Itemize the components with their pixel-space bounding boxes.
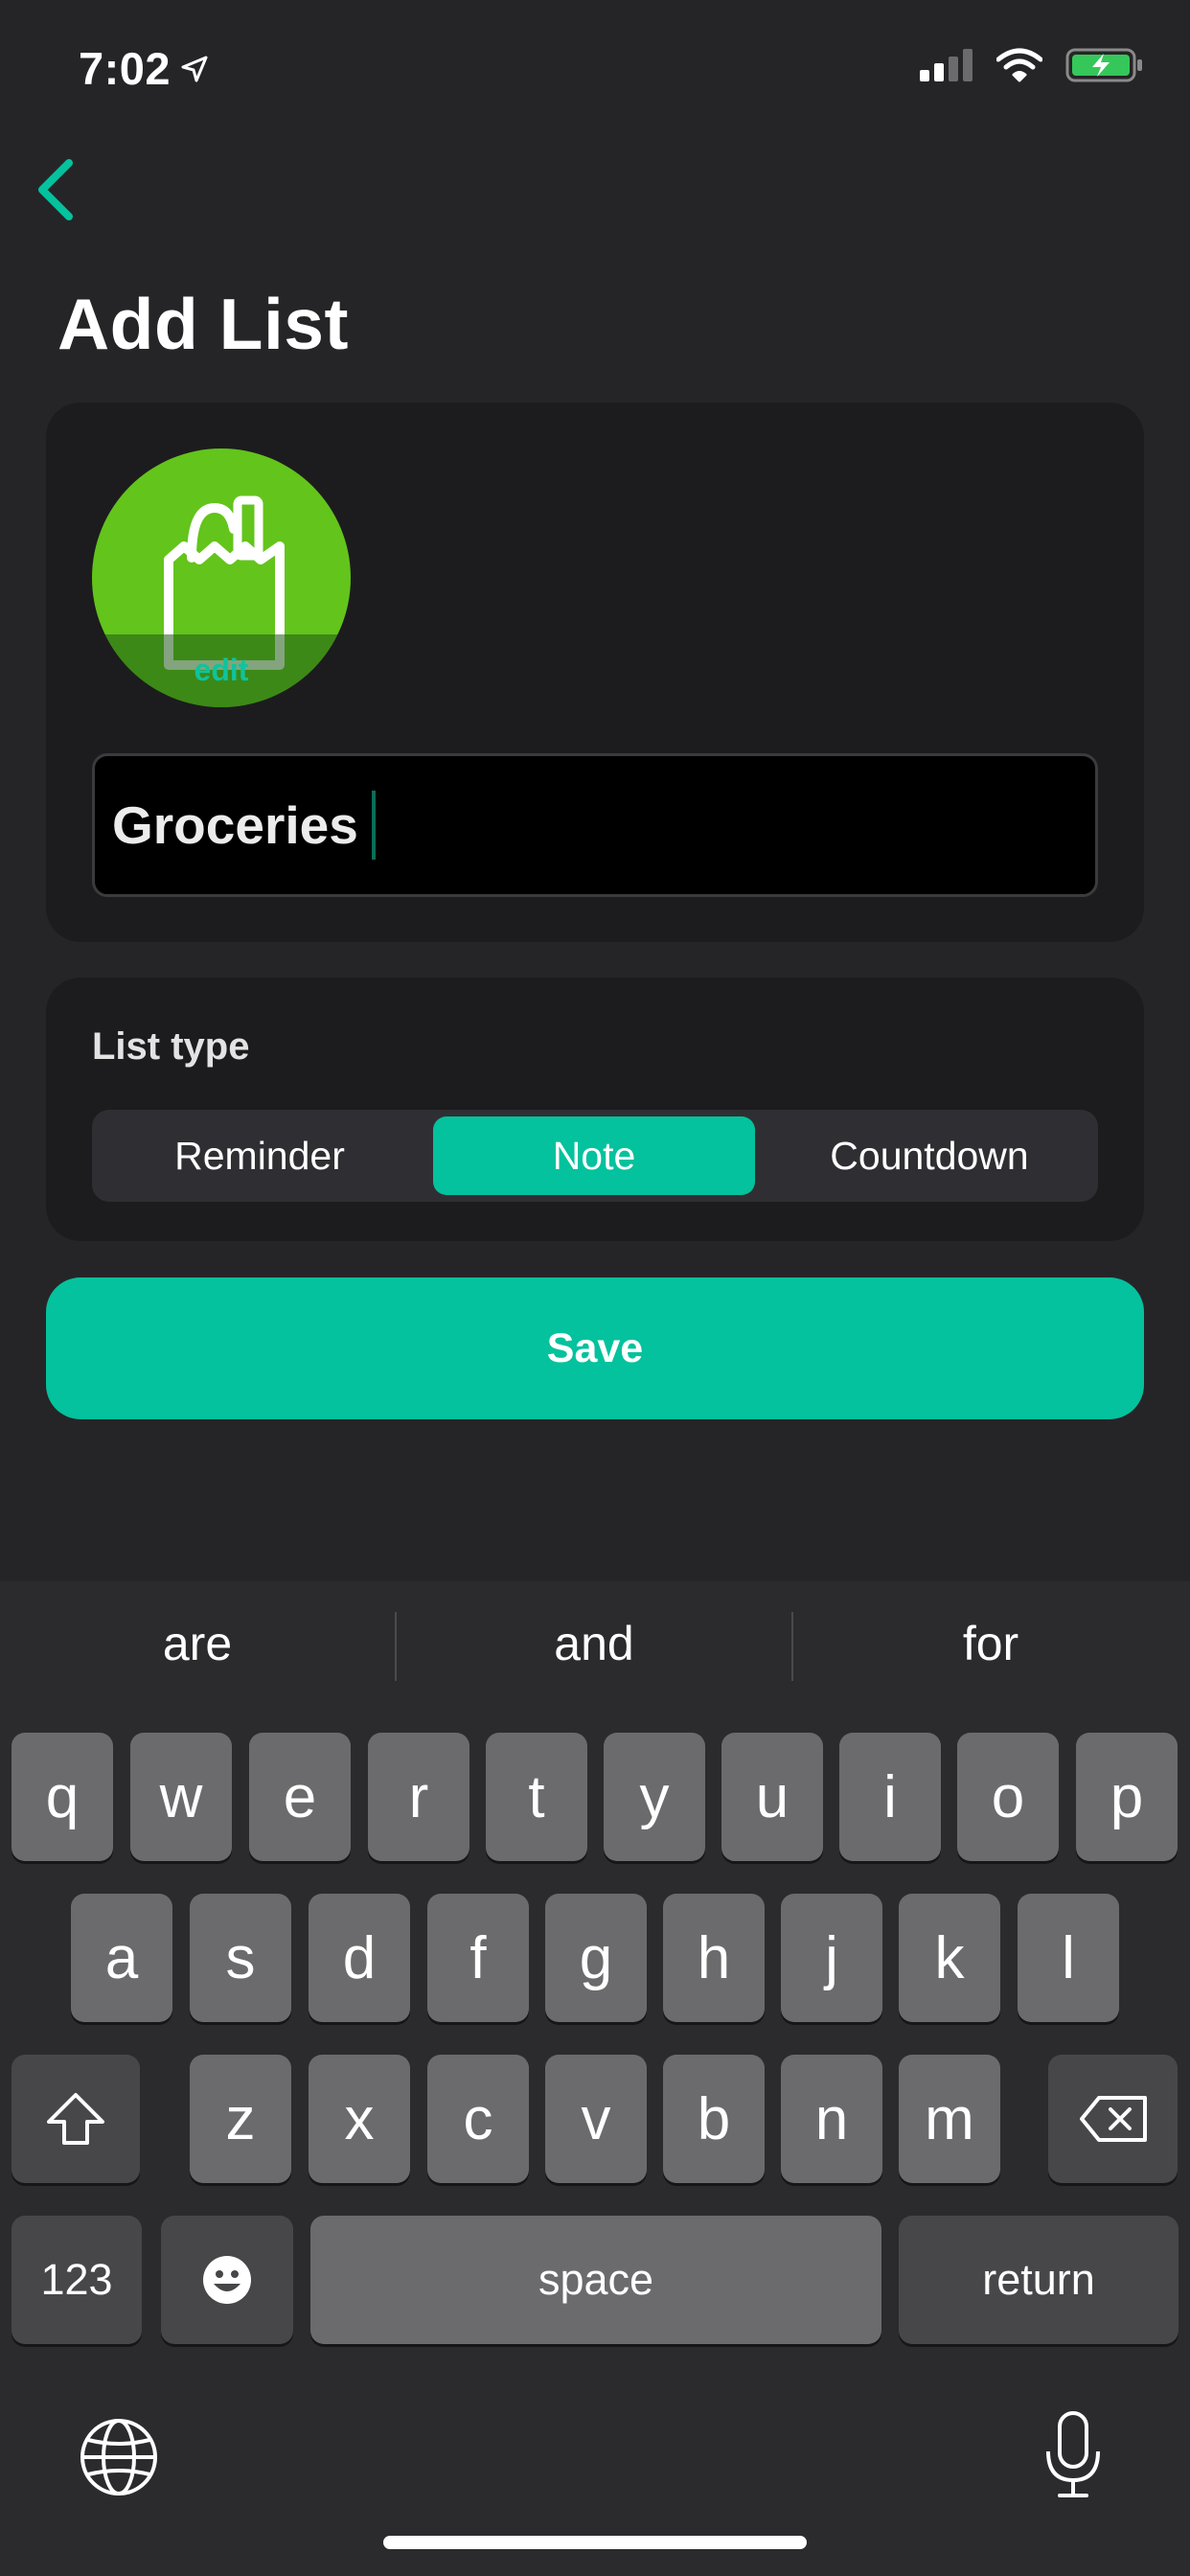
suggestion-1[interactable]: are	[6, 1616, 389, 1671]
suggestion-2[interactable]: and	[402, 1616, 786, 1671]
key-e[interactable]: e	[249, 1733, 351, 1861]
microphone-icon[interactable]	[1041, 2409, 1106, 2501]
list-name-value: Groceries	[112, 795, 358, 855]
key-n[interactable]: n	[781, 2055, 882, 2183]
key-m[interactable]: m	[899, 2055, 1000, 2183]
page-title: Add List	[57, 284, 349, 364]
key-w[interactable]: w	[130, 1733, 232, 1861]
list-icon-picker[interactable]: edit	[92, 448, 351, 707]
backspace-icon	[1079, 2096, 1147, 2142]
suggestion-divider	[395, 1612, 397, 1681]
save-button[interactable]: Save	[46, 1277, 1144, 1419]
shift-arrow-icon	[47, 2093, 104, 2145]
emoji-icon	[203, 2256, 251, 2304]
key-y[interactable]: y	[604, 1733, 705, 1861]
key-x[interactable]: x	[309, 2055, 410, 2183]
key-v[interactable]: v	[545, 2055, 647, 2183]
key-i[interactable]: i	[839, 1733, 941, 1861]
battery-charging-icon	[1065, 48, 1142, 82]
list-type-label: List type	[92, 1025, 250, 1068]
key-b[interactable]: b	[663, 2055, 765, 2183]
location-arrow-icon	[181, 56, 208, 81]
list-type-segmented-control: Reminder Note Countdown	[92, 1110, 1098, 1202]
key-s[interactable]: s	[190, 1894, 291, 2022]
back-button[interactable]	[29, 153, 86, 230]
chevron-left-icon	[38, 159, 73, 220]
segment-note[interactable]: Note	[433, 1116, 755, 1195]
key-k[interactable]: k	[899, 1894, 1000, 2022]
edit-icon-label[interactable]: edit	[92, 653, 351, 688]
suggestion-3[interactable]: for	[799, 1616, 1182, 1671]
key-z[interactable]: z	[190, 2055, 291, 2183]
key-l[interactable]: l	[1018, 1894, 1119, 2022]
key-h[interactable]: h	[663, 1894, 765, 2022]
key-p[interactable]: p	[1076, 1733, 1178, 1861]
key-c[interactable]: c	[427, 2055, 529, 2183]
segment-reminder[interactable]: Reminder	[92, 1116, 427, 1195]
shift-key[interactable]	[11, 2055, 140, 2183]
key-r[interactable]: r	[368, 1733, 469, 1861]
space-key[interactable]: space	[310, 2216, 881, 2344]
return-key[interactable]: return	[899, 2216, 1179, 2344]
key-t[interactable]: t	[486, 1733, 587, 1861]
key-d[interactable]: d	[309, 1894, 410, 2022]
key-j[interactable]: j	[781, 1894, 882, 2022]
key-a[interactable]: a	[71, 1894, 172, 2022]
key-f[interactable]: f	[427, 1894, 529, 2022]
delete-key[interactable]	[1048, 2055, 1178, 2183]
text-cursor	[371, 791, 376, 860]
segment-countdown[interactable]: Countdown	[761, 1116, 1098, 1195]
key-q[interactable]: q	[11, 1733, 113, 1861]
list-details-card: edit Groceries	[46, 402, 1144, 942]
numbers-key[interactable]: 123	[11, 2216, 142, 2344]
list-name-input[interactable]: Groceries	[92, 753, 1098, 897]
status-time-text: 7:02	[79, 43, 172, 94]
add-list-screen: 7:02 Add List edit Groceries List type R…	[0, 0, 1190, 2576]
globe-icon[interactable]	[77, 2415, 161, 2499]
key-u[interactable]: u	[721, 1733, 823, 1861]
suggestion-divider	[791, 1612, 793, 1681]
wifi-icon	[996, 48, 1042, 82]
key-g[interactable]: g	[545, 1894, 647, 2022]
keyboard: are and for q w e r t y u i o p a s d f …	[0, 1581, 1190, 2576]
status-icons	[920, 48, 1144, 82]
list-type-card: List type Reminder Note Countdown	[46, 978, 1144, 1241]
status-time: 7:02	[79, 42, 209, 95]
home-indicator[interactable]	[383, 2536, 807, 2549]
emoji-key[interactable]	[161, 2216, 293, 2344]
key-o[interactable]: o	[957, 1733, 1059, 1861]
cellular-signal-icon	[920, 49, 973, 81]
